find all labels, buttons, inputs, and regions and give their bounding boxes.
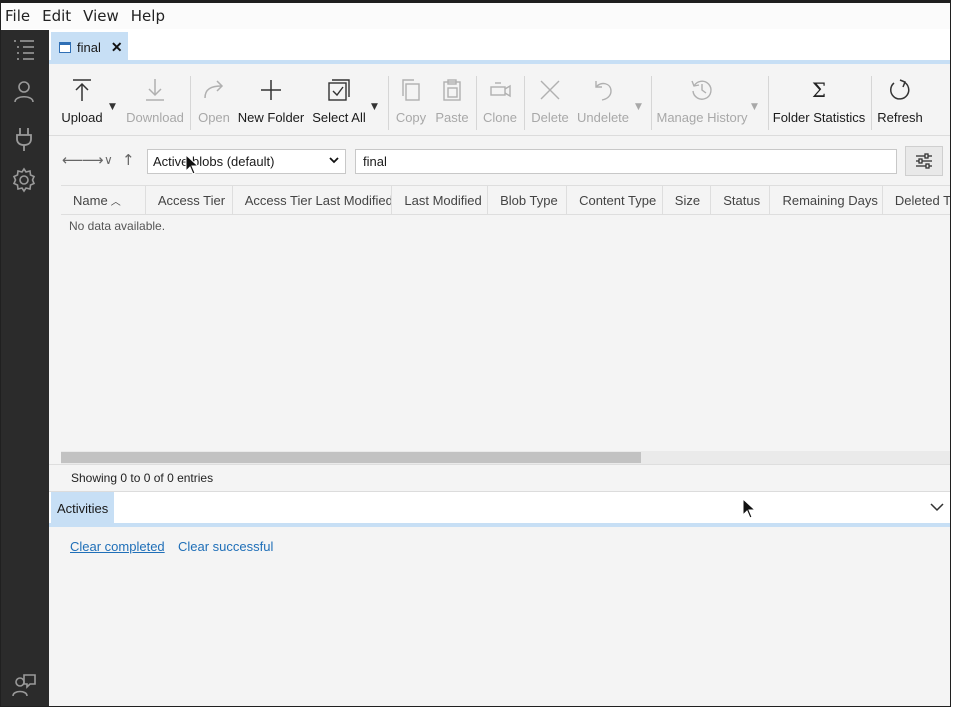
toolbar-separator bbox=[524, 76, 525, 130]
column-header-access-tier-last-modified[interactable]: Access Tier Last Modified bbox=[233, 186, 393, 215]
clone-icon bbox=[489, 70, 511, 110]
manage-history-dropdown-caret[interactable]: ▼ bbox=[751, 102, 758, 112]
upload-icon bbox=[71, 70, 93, 110]
paste-button[interactable]: Paste bbox=[434, 70, 470, 136]
history-icon bbox=[690, 70, 714, 110]
horizontal-scrollbar[interactable] bbox=[61, 451, 950, 464]
toolbar-separator bbox=[476, 76, 477, 130]
explorer-icon[interactable] bbox=[10, 35, 38, 63]
feedback-icon[interactable] bbox=[10, 671, 38, 699]
chevron-down-icon bbox=[328, 154, 340, 169]
sort-ascending-icon: ︿ bbox=[110, 197, 121, 208]
tab-strip: final ✕ bbox=[49, 30, 950, 64]
undelete-dropdown-caret[interactable]: ▼ bbox=[635, 102, 642, 112]
tab-label: final bbox=[77, 40, 101, 55]
activities-panel-header: Activities bbox=[49, 491, 950, 527]
forward-arrow-icon[interactable]: ⟶ bbox=[82, 151, 104, 169]
delete-button[interactable]: Delete bbox=[530, 70, 570, 136]
upload-button[interactable]: Upload bbox=[61, 70, 103, 136]
tab-final[interactable]: final ✕ bbox=[51, 32, 128, 63]
clear-successful-link[interactable]: Clear successful bbox=[178, 539, 273, 554]
scrollbar-thumb[interactable] bbox=[61, 452, 641, 463]
main-panel: final ✕ Upload ▼ Download Open New Folde… bbox=[49, 30, 950, 706]
refresh-button[interactable]: Refresh bbox=[877, 70, 923, 136]
menu-file[interactable]: File bbox=[5, 7, 30, 25]
toolbar-separator bbox=[388, 76, 389, 130]
upload-dropdown-caret[interactable]: ▼ bbox=[109, 102, 116, 112]
open-button[interactable]: Open bbox=[197, 70, 231, 136]
grid-header: Name ︿ Access Tier Access Tier Last Modi… bbox=[61, 185, 950, 215]
undo-icon bbox=[593, 70, 613, 110]
delete-icon bbox=[539, 70, 561, 110]
column-header-blob-type[interactable]: Blob Type bbox=[488, 186, 568, 215]
paste-icon bbox=[442, 70, 462, 110]
select-all-dropdown-caret[interactable]: ▼ bbox=[371, 102, 378, 112]
column-header-last-modified[interactable]: Last Modified bbox=[392, 186, 489, 215]
new-folder-button[interactable]: New Folder bbox=[238, 70, 304, 136]
clear-completed-link[interactable]: Clear completed bbox=[70, 539, 165, 554]
download-button[interactable]: Download bbox=[126, 70, 184, 136]
column-header-remaining-days[interactable]: Remaining Days bbox=[770, 186, 883, 215]
settings-icon[interactable] bbox=[10, 166, 38, 194]
column-header-access-tier[interactable]: Access Tier bbox=[146, 186, 233, 215]
filter-settings-button[interactable] bbox=[905, 146, 943, 176]
app-window: File Edit View Help final ✕ Upload ▼ Dow… bbox=[0, 0, 951, 707]
menu-help[interactable]: Help bbox=[131, 7, 165, 25]
clone-button[interactable]: Clone bbox=[482, 70, 518, 136]
back-arrow-icon[interactable]: ⟵ bbox=[62, 151, 84, 169]
refresh-icon bbox=[888, 70, 912, 110]
menu-view[interactable]: View bbox=[83, 7, 119, 25]
toolbar-separator bbox=[190, 76, 191, 130]
menu-bar: File Edit View Help bbox=[1, 3, 950, 29]
copy-icon bbox=[401, 70, 421, 110]
up-arrow-icon[interactable]: ↑ bbox=[122, 151, 135, 169]
undelete-button[interactable]: Undelete bbox=[577, 70, 629, 136]
navigation-row: ⟵ ⟶ ∨ ↑ Active blobs (default) final bbox=[49, 137, 950, 183]
sliders-icon bbox=[916, 153, 932, 169]
column-header-content-type[interactable]: Content Type bbox=[567, 186, 663, 215]
open-icon bbox=[202, 70, 226, 110]
download-icon bbox=[144, 70, 166, 110]
folder-statistics-button[interactable]: Σ Folder Statistics bbox=[773, 70, 865, 136]
toolbar: Upload ▼ Download Open New Folder Select… bbox=[49, 70, 950, 136]
toolbar-separator bbox=[871, 76, 872, 130]
chevron-down-icon[interactable]: ∨ bbox=[104, 153, 113, 167]
manage-history-button[interactable]: Manage History bbox=[656, 70, 748, 136]
column-header-status[interactable]: Status bbox=[711, 186, 771, 215]
tab-activities[interactable]: Activities bbox=[51, 492, 114, 524]
toolbar-separator bbox=[651, 76, 652, 130]
empty-grid-message: No data available. bbox=[69, 219, 166, 233]
path-input[interactable]: final bbox=[355, 149, 897, 174]
column-header-name[interactable]: Name ︿ bbox=[61, 186, 146, 215]
sigma-icon: Σ bbox=[811, 78, 827, 102]
account-icon[interactable] bbox=[10, 77, 38, 105]
column-header-deleted-time[interactable]: Deleted Time bbox=[883, 186, 950, 215]
select-all-icon bbox=[328, 70, 350, 110]
copy-button[interactable]: Copy bbox=[395, 70, 427, 136]
container-icon bbox=[59, 42, 71, 53]
toolbar-separator bbox=[768, 76, 769, 130]
chevron-down-icon[interactable] bbox=[930, 500, 944, 516]
select-all-button[interactable]: Select All bbox=[312, 70, 366, 136]
menu-edit[interactable]: Edit bbox=[42, 7, 71, 25]
activity-bar bbox=[1, 30, 49, 706]
column-header-size[interactable]: Size bbox=[663, 186, 712, 215]
close-icon[interactable]: ✕ bbox=[111, 39, 123, 56]
plug-icon[interactable] bbox=[10, 125, 38, 153]
plus-icon bbox=[260, 70, 282, 110]
grid-status: Showing 0 to 0 of 0 entries bbox=[49, 464, 950, 491]
view-select[interactable]: Active blobs (default) bbox=[147, 149, 346, 174]
